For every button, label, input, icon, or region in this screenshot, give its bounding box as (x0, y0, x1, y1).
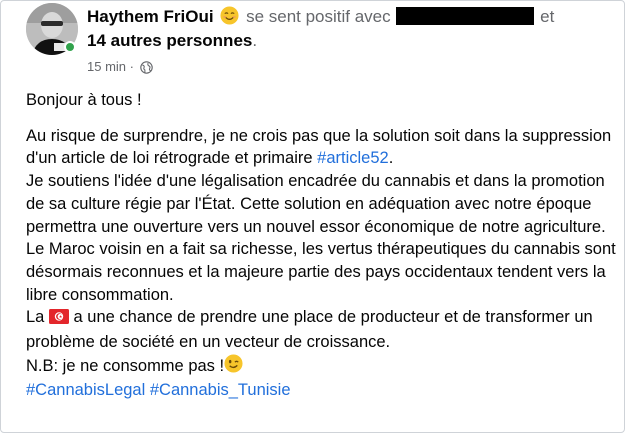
post-time[interactable]: 15 min (87, 59, 126, 74)
post-header: Haythem FriOui se sent positif avec et (87, 6, 617, 31)
hashtag-line: #CannabisLegal #Cannabis_Tunisie (26, 379, 616, 402)
redacted-tag (396, 7, 535, 25)
paragraph-4: La a une chance de prendre une place de … (26, 306, 616, 353)
tagged-others: 14 autres personnes. (87, 30, 257, 52)
hashtag-cannabislegal[interactable]: #CannabisLegal (26, 381, 145, 399)
winking-face-icon (224, 354, 243, 380)
nb-text: N.B: je ne consomme pas ! (26, 356, 225, 375)
others-link[interactable]: 14 autres personnes (87, 31, 252, 50)
meta-separator: · (129, 59, 134, 74)
hashtag-cannabis-tunisie[interactable]: #Cannabis_Tunisie (150, 381, 291, 399)
and-text: et (540, 7, 555, 26)
feeling-text: se sent positif avec (246, 7, 391, 26)
online-status-dot (64, 41, 76, 53)
paragraph-4-start: La (26, 308, 45, 327)
author-avatar[interactable] (26, 3, 78, 55)
paragraph-1: Au risque de surprendre, je ne crois pas… (26, 125, 616, 170)
others-suffix: . (252, 31, 258, 50)
hashtag-article52[interactable]: #article52 (317, 149, 389, 167)
globe-icon[interactable] (139, 61, 153, 79)
paragraph-1-end: . (388, 149, 394, 168)
author-name[interactable]: Haythem FriOui (87, 7, 214, 26)
paragraph-4-text: a une chance de prendre une place de pro… (26, 308, 593, 352)
post-card: Haythem FriOui se sent positif avec et 1… (0, 0, 625, 433)
paragraph-3: Le Maroc voisin en a fait sa richesse, l… (26, 240, 616, 304)
post-body: Bonjour à tous ! Au risque de surprendre… (26, 89, 616, 402)
greeting: Bonjour à tous ! (26, 91, 142, 109)
smiling-face-icon (220, 6, 239, 31)
post-meta: 15 min · (87, 58, 153, 79)
tunisia-flag-icon (48, 308, 69, 331)
paragraph-2: Je soutiens l'idée d'une légalisation en… (26, 172, 606, 236)
nb-line: N.B: je ne consomme pas ! (26, 354, 616, 380)
